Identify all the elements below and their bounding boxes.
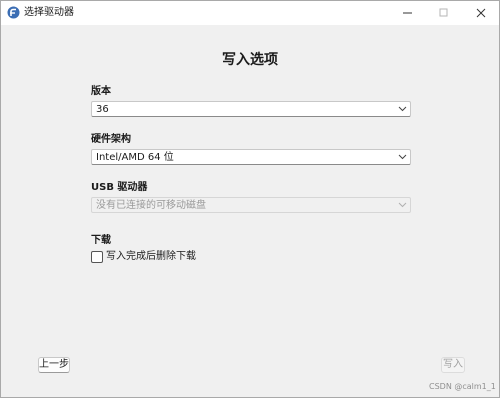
watermark: CSDN @calm1_1 bbox=[429, 382, 496, 391]
architecture-select[interactable]: Intel/AMD 64 位 bbox=[91, 149, 411, 165]
chevron-down-icon bbox=[398, 202, 407, 208]
architecture-value: Intel/AMD 64 位 bbox=[96, 152, 174, 163]
write-button[interactable]: 写入 bbox=[441, 357, 465, 373]
fedora-media-writer-icon bbox=[7, 6, 20, 19]
close-icon bbox=[476, 8, 486, 18]
minimize-button[interactable] bbox=[391, 1, 425, 25]
usb-drive-label: USB 驱动器 bbox=[91, 182, 148, 193]
version-value: 36 bbox=[96, 104, 109, 115]
usb-drive-select[interactable]: 没有已连接的可移动磁盘 bbox=[91, 197, 411, 213]
minimize-icon bbox=[403, 12, 412, 14]
delete-after-write-checkbox[interactable] bbox=[91, 251, 103, 263]
chevron-down-icon bbox=[398, 106, 407, 112]
close-button[interactable] bbox=[464, 1, 498, 25]
download-label: 下载 bbox=[91, 235, 111, 246]
version-label: 版本 bbox=[91, 86, 111, 97]
delete-after-write-label[interactable]: 写入完成后删除下载 bbox=[106, 250, 196, 263]
chevron-down-icon bbox=[398, 154, 407, 160]
window-title: 选择驱动器 bbox=[24, 7, 74, 18]
architecture-label: 硬件架构 bbox=[91, 134, 131, 145]
page-heading: 写入选项 bbox=[222, 52, 278, 68]
media-writer-window: 选择驱动器 写入选项 版本 36 硬件架构 Intel/AMD 64 位 USB… bbox=[0, 0, 500, 398]
back-button[interactable]: 上一步 bbox=[38, 357, 70, 373]
maximize-icon bbox=[439, 8, 448, 17]
version-select[interactable]: 36 bbox=[91, 101, 411, 117]
maximize-button[interactable] bbox=[427, 1, 461, 25]
title-bar[interactable]: 选择驱动器 bbox=[1, 1, 499, 25]
usb-drive-placeholder: 没有已连接的可移动磁盘 bbox=[96, 200, 206, 211]
